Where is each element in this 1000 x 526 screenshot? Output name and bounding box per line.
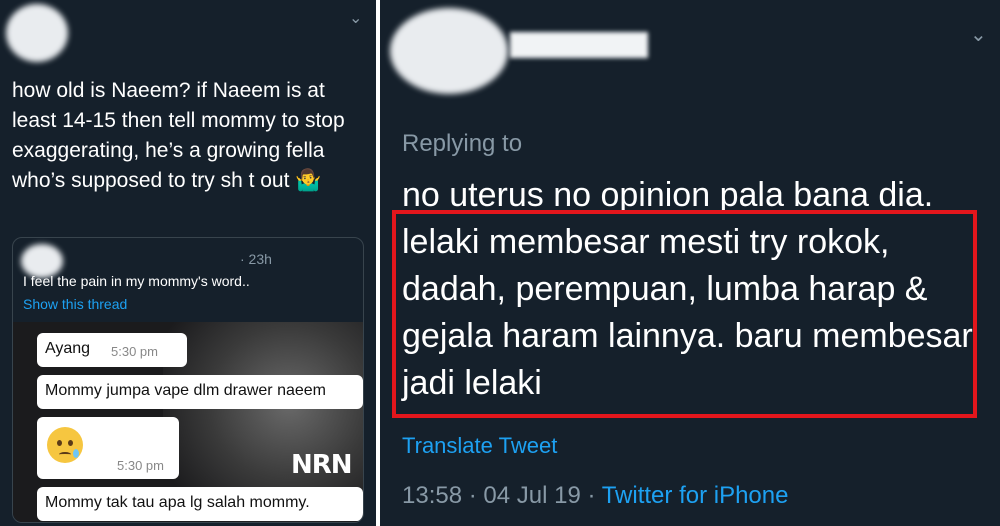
chat-message: Mommy jumpa vape dlm drawer naeem (45, 382, 326, 399)
crying-face-icon (47, 427, 83, 463)
separator: · (468, 482, 477, 509)
quoted-tweet-text: I feel the pain in my mommy's word.. (23, 273, 250, 289)
chevron-down-icon[interactable]: ⌄ (349, 8, 362, 27)
chat-message: Mommy tak tau apa lg salah mommy. (45, 494, 310, 511)
chat-time: 5:30 pm (117, 458, 164, 473)
replying-to-label: Replying to (402, 130, 523, 157)
tweet-date: 04 Jul 19 (483, 482, 581, 509)
chat-time: 5:30 pm (111, 344, 158, 359)
right-tweet-panel: ⌄ Replying to no uterus no opinion pala … (380, 0, 1000, 526)
avatar[interactable] (390, 8, 508, 94)
display-name[interactable] (510, 32, 648, 58)
avatar[interactable] (6, 4, 68, 62)
chat-screenshot-image[interactable]: Ayang 5:30 pm Mommy jumpa vape dlm drawe… (13, 322, 363, 522)
quoted-tweet-card[interactable]: · 23h I feel the pain in my mommy's word… (12, 237, 364, 523)
separator: · (587, 482, 596, 509)
red-highlight-box (392, 210, 977, 418)
tweet-metadata: 13:58 · 04 Jul 19 · Twitter for iPhone (402, 482, 788, 510)
tweet-text: how old is Naeem? if Naeem is at least 1… (12, 79, 345, 192)
tweet-client-link[interactable]: Twitter for iPhone (602, 482, 789, 509)
chat-bubble: 5:30 pm (37, 417, 179, 479)
chat-bubble: Mommy tak tau apa lg salah mommy. (37, 487, 363, 521)
translate-tweet-link[interactable]: Translate Tweet (402, 433, 557, 459)
show-thread-link[interactable]: Show this thread (23, 296, 127, 312)
quoted-tweet-time: · 23h (240, 251, 272, 267)
left-tweet-panel: ⌄ how old is Naeem? if Naeem is at least… (0, 0, 376, 526)
chat-bubble: Mommy jumpa vape dlm drawer naeem (37, 375, 363, 409)
chat-bubble: Ayang 5:30 pm (37, 333, 187, 367)
image-logo: NRN (291, 450, 353, 480)
chevron-down-icon[interactable]: ⌄ (970, 22, 987, 46)
tweet-time: 13:58 (402, 482, 463, 509)
chat-message: Ayang (45, 340, 91, 357)
